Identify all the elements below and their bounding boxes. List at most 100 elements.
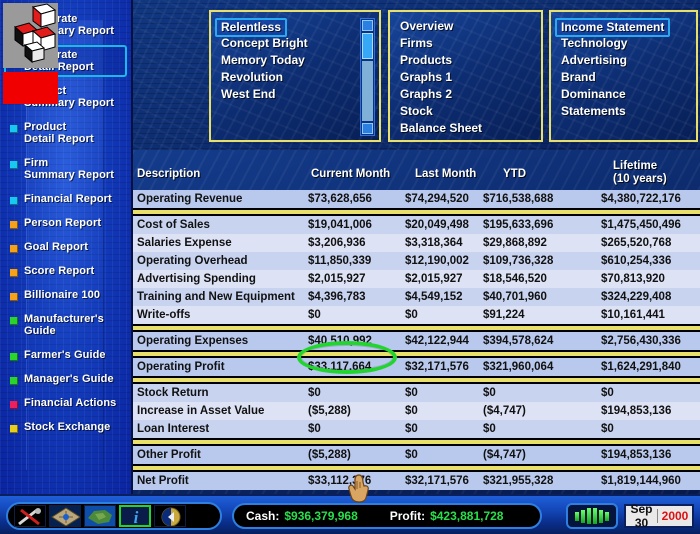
table-row[interactable]: Advertising Spending $2,015,927 $2,015,927… — [133, 270, 700, 288]
nav-item[interactable]: Technology — [559, 35, 690, 52]
table-row[interactable]: Net Profit $33,112,376 $32,171,576 $321,955… — [133, 472, 700, 490]
nav-advertising[interactable]: Advertising — [559, 52, 690, 69]
company-item[interactable]: Revolution — [219, 69, 373, 86]
table-row[interactable]: Operating Revenue $73,628,656 $74,294,520 $… — [133, 190, 700, 208]
table-row[interactable]: Salaries Expense $3,206,936 $3,318,364 $29,… — [133, 234, 700, 252]
sidebar-item-manufacturer-s-guide[interactable]: Manufacturer's Guide — [4, 309, 127, 341]
nav-overview[interactable]: Overview — [398, 18, 535, 35]
table-cell-4: $324,229,408 — [601, 291, 672, 303]
nav-item[interactable]: Dominance — [559, 86, 690, 103]
sidebar-item-financial-actions[interactable]: Financial Actions — [4, 393, 127, 413]
nav-item[interactable]: Firms — [398, 35, 535, 52]
sidebar-item-billionaire-100[interactable]: Billionaire 100 — [4, 285, 127, 305]
nav-graphs-2[interactable]: Graphs 2 — [398, 86, 535, 103]
nav-item[interactable]: Statements — [559, 103, 690, 120]
money-readout: Cash: $936,379,968 Profit: $423,881,728 — [232, 503, 542, 529]
nav-item[interactable]: Brand — [559, 69, 690, 86]
nav-item[interactable]: Balance Sheet — [398, 120, 535, 137]
table-row[interactable]: Stock Return $0 $0 $0 $0 — [133, 384, 700, 402]
table-cell-3: $91,224 — [483, 309, 525, 321]
table-row[interactable]: Write-offs $0 $0 $91,224 $10,161,441 — [133, 306, 700, 324]
sidebar-item-financial-report[interactable]: Financial Report — [4, 189, 127, 209]
city-grid-icon[interactable] — [49, 505, 81, 527]
table-cell-4: $1,819,144,960 — [601, 475, 681, 487]
nav-stock[interactable]: Stock — [398, 103, 535, 120]
table-header-3: YTD — [503, 168, 526, 180]
table-cell-0: Training and New Equipment — [137, 291, 295, 303]
nav-item[interactable]: Products — [398, 52, 535, 69]
company-item[interactable]: Concept Bright — [219, 35, 373, 52]
nav-statements[interactable]: Statements — [559, 103, 690, 120]
table-row[interactable]: Increase in Asset Value ($5,288) $0 ($4,747… — [133, 402, 700, 420]
nav-item[interactable]: Graphs 2 — [398, 86, 535, 103]
nav-item[interactable]: Overview — [398, 18, 535, 35]
table-row[interactable]: Operating Overhead $11,850,339 $12,190,002… — [133, 252, 700, 270]
game-speed-control[interactable] — [566, 503, 618, 529]
bullet-icon — [10, 317, 18, 325]
scroll-down-arrow-icon[interactable] — [362, 123, 373, 134]
table-row[interactable]: Other Profit ($5,288) $0 ($4,747) $194,853,1… — [133, 446, 700, 464]
table-cell-4: $4,380,722,176 — [601, 193, 681, 205]
table-separator — [133, 324, 700, 332]
company-revolution[interactable]: Revolution — [219, 69, 373, 86]
primary-nav-list: Overview Firms Products Graphs 1 Graphs 2 Sto… — [390, 12, 541, 137]
nav-products[interactable]: Products — [398, 52, 535, 69]
sidebar-item-label: Stock Exchange — [24, 421, 111, 433]
table-cell-3: $109,736,328 — [483, 255, 554, 267]
table-cell-4: $10,161,441 — [601, 309, 665, 321]
table-header-4: Lifetime (10 years) — [613, 160, 667, 185]
table-cell-3: ($4,747) — [483, 405, 526, 417]
scrollbar-track[interactable] — [362, 61, 373, 121]
company-concept-bright[interactable]: Concept Bright — [219, 35, 373, 52]
company-memory-today[interactable]: Memory Today — [219, 52, 373, 69]
sidebar-item-firm-summary-report[interactable]: Firm Summary Report — [4, 153, 127, 185]
table-cell-0: Write-offs — [137, 309, 191, 321]
table-cell-0: Operating Expenses — [137, 335, 249, 347]
table-row[interactable]: Training and New Equipment $4,396,783 $4,5… — [133, 288, 700, 306]
bullet-icon — [10, 269, 18, 277]
company-west-end[interactable]: West End — [219, 86, 373, 103]
nav-firms[interactable]: Firms — [398, 35, 535, 52]
nav-item[interactable]: Advertising — [559, 52, 690, 69]
nav-item[interactable]: Stock — [398, 103, 535, 120]
table-row[interactable]: Cost of Sales $19,041,006 $20,049,498 $195,… — [133, 216, 700, 234]
scroll-up-arrow-icon[interactable] — [362, 20, 373, 31]
company-logo-panel[interactable] — [0, 0, 67, 116]
table-cell-0: Salaries Expense — [137, 237, 232, 249]
cash-value: $936,379,968 — [284, 509, 358, 523]
nav-dominance[interactable]: Dominance — [559, 86, 690, 103]
table-header-2: Last Month — [415, 168, 477, 180]
sidebar-item-label: Score Report — [24, 265, 95, 277]
scrollbar-thumb[interactable] — [362, 33, 373, 59]
table-row[interactable]: Loan Interest $0 $0 $0 $0 — [133, 420, 700, 438]
nav-brand[interactable]: Brand — [559, 69, 690, 86]
sidebar-item-stock-exchange[interactable]: Stock Exchange — [4, 417, 127, 437]
primary-nav-panel: Overview Firms Products Graphs 1 Graphs 2 Sto… — [388, 10, 543, 142]
sidebar-item-person-report[interactable]: Person Report — [4, 213, 127, 233]
table-cell-2: $0 — [405, 309, 418, 321]
nav-technology[interactable]: Technology — [559, 35, 690, 52]
table-cell-2: $0 — [405, 405, 418, 417]
company-item[interactable]: Memory Today — [219, 52, 373, 69]
sidebar-item-product-detail-report[interactable]: Product Detail Report — [4, 117, 127, 149]
info-icon[interactable]: i — [119, 505, 151, 527]
company-list-scrollbar[interactable] — [360, 18, 375, 136]
sidebar-item-goal-report[interactable]: Goal Report — [4, 237, 127, 257]
table-row[interactable]: Operating Profit $33,117,664 $32,171,576 $3… — [133, 358, 700, 376]
table-cell-0: Operating Profit — [137, 361, 225, 373]
nav-item[interactable]: Graphs 1 — [398, 69, 535, 86]
sidebar-item-score-report[interactable]: Score Report — [4, 261, 127, 281]
table-cell-2: $32,171,576 — [405, 475, 469, 487]
nav-graphs-1[interactable]: Graphs 1 — [398, 69, 535, 86]
sidebar-item-manager-s-guide[interactable]: Manager's Guide — [4, 369, 127, 389]
tools-icon[interactable] — [14, 505, 46, 527]
clock-dial-icon[interactable] — [154, 505, 186, 527]
table-cell-4: $0 — [601, 423, 614, 435]
sidebar-item-farmer-s-guide[interactable]: Farmer's Guide — [4, 345, 127, 365]
company-item[interactable]: Relentless — [215, 18, 373, 37]
nav-item[interactable]: Income Statement — [555, 18, 690, 37]
world-map-icon[interactable] — [84, 505, 116, 527]
nav-balance-sheet[interactable]: Balance Sheet — [398, 120, 535, 137]
table-row[interactable]: Operating Expenses $40,510,992 $42,122,944… — [133, 332, 700, 350]
company-item[interactable]: West End — [219, 86, 373, 103]
